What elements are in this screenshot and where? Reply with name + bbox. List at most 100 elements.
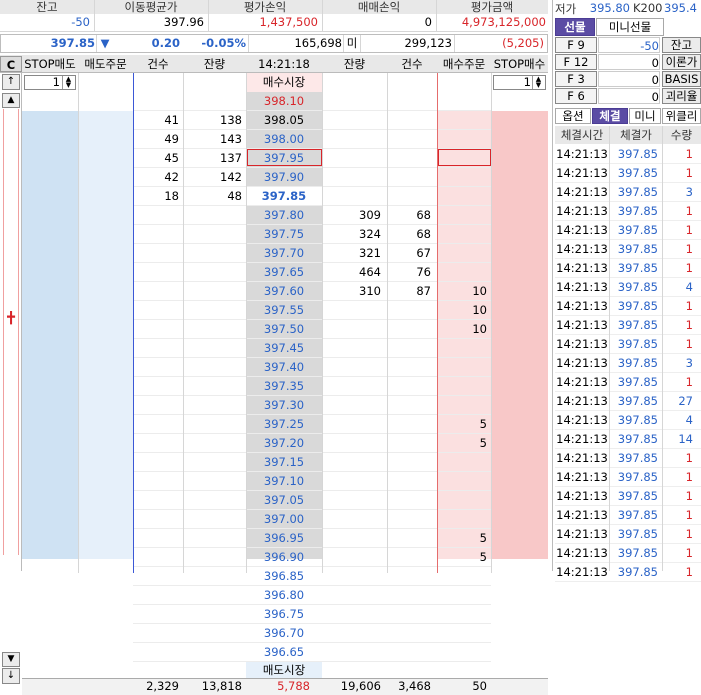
buy-order-qty[interactable] — [437, 453, 487, 472]
price-level[interactable]: 397.60 — [246, 282, 322, 301]
price-level[interactable]: 396.70 — [246, 624, 322, 643]
price-level[interactable]: 398.00 — [246, 130, 322, 149]
market-sell-order-label[interactable]: 매도시장 — [246, 662, 322, 678]
low-value: 395.80 — [589, 1, 630, 15]
buy-order-qty[interactable] — [437, 624, 487, 643]
bid-qty: 310 — [359, 284, 381, 298]
fkey-action-button[interactable]: BASIS — [662, 71, 701, 87]
price-level[interactable]: 397.85 — [246, 187, 322, 206]
ask-count: 41 — [164, 113, 179, 127]
fkey-value[interactable]: 0 — [598, 71, 660, 87]
stop-sell-spin-icon[interactable]: ▲ ▼ — [62, 76, 74, 89]
price-level[interactable]: 397.45 — [246, 339, 322, 358]
fkey-action-button[interactable]: 괴리율 — [662, 88, 701, 104]
price-level[interactable]: 397.05 — [246, 491, 322, 510]
tab-weekly[interactable]: 위클리 — [662, 108, 701, 124]
buy-order-qty[interactable]: 10 — [437, 282, 487, 301]
price-level[interactable]: 397.55 — [246, 301, 322, 320]
buy-order-qty[interactable]: 10 — [437, 301, 487, 320]
fkey-action-button[interactable]: 잔고 — [662, 37, 701, 53]
tab-futures[interactable]: 선물 — [555, 18, 595, 36]
buy-order-qty[interactable] — [437, 510, 487, 529]
buy-order-qty[interactable] — [437, 111, 487, 130]
bid-qty — [322, 358, 381, 377]
price-level[interactable]: 397.80 — [246, 206, 322, 225]
buy-order-qty[interactable] — [437, 130, 487, 149]
page-up-icon[interactable]: ▲ — [2, 93, 20, 108]
scroll-down-icon[interactable]: ↓ — [2, 668, 20, 684]
price-level[interactable]: 397.40 — [246, 358, 322, 377]
price-level[interactable]: 396.80 — [246, 586, 322, 605]
buy-order-qty[interactable] — [437, 605, 487, 624]
fkey-button[interactable]: F 9 — [555, 37, 597, 53]
price-level[interactable]: 396.85 — [246, 567, 322, 586]
price-level[interactable]: 397.50 — [246, 320, 322, 339]
ask-qty — [183, 377, 242, 396]
tick-price: 397.85 — [617, 242, 658, 256]
price-level[interactable]: 396.65 — [246, 643, 322, 662]
tab-mini-futures[interactable]: 미니선물 — [596, 18, 664, 36]
price-level[interactable]: 396.95 — [246, 529, 322, 548]
tab-options[interactable]: 옵션 — [555, 108, 591, 124]
price-level[interactable]: 397.30 — [246, 396, 322, 415]
fkey-value[interactable]: 0 — [598, 88, 660, 104]
tick-time: 14:21:13 — [556, 318, 608, 332]
fkey-value[interactable]: -50 — [598, 37, 660, 53]
price-level[interactable]: 397.70 — [246, 244, 322, 263]
buy-order-qty[interactable] — [437, 567, 487, 586]
price-level[interactable]: 396.90 — [246, 548, 322, 567]
price-level[interactable]: 397.20 — [246, 434, 322, 453]
price-level[interactable]: 398.05 — [246, 111, 322, 130]
bid-count — [387, 491, 431, 510]
bid-qty — [322, 453, 381, 472]
fkey-button[interactable]: F 3 — [555, 71, 597, 87]
buy-order-qty[interactable] — [437, 225, 487, 244]
price-level[interactable]: 397.10 — [246, 472, 322, 491]
price-level[interactable]: 397.65 — [246, 263, 322, 282]
buy-order-qty[interactable] — [437, 339, 487, 358]
fkey-button[interactable]: F 12 — [555, 54, 597, 70]
buy-order-qty[interactable]: 5 — [437, 529, 487, 548]
tick-time: 14:21:13 — [556, 375, 608, 389]
ask-count — [133, 624, 179, 643]
tab-trades[interactable]: 체결 — [592, 108, 628, 124]
tick-qty: 1 — [685, 242, 693, 256]
buy-order-qty[interactable] — [437, 92, 487, 111]
fkey-value[interactable]: 0 — [598, 54, 660, 70]
price-level[interactable]: 397.15 — [246, 453, 322, 472]
buy-order-qty[interactable] — [437, 472, 487, 491]
page-down-icon[interactable]: ▼ — [2, 652, 20, 667]
ask-qty — [183, 586, 242, 605]
price-level[interactable]: 398.10 — [246, 92, 322, 111]
buy-order-qty[interactable] — [437, 643, 487, 662]
stop-buy-spin-icon[interactable]: ▲ ▼ — [532, 76, 544, 89]
buy-order-qty[interactable] — [437, 263, 487, 282]
price-level[interactable]: 397.35 — [246, 377, 322, 396]
price-level[interactable]: 396.75 — [246, 605, 322, 624]
price-level[interactable]: 397.90 — [246, 168, 322, 187]
price-level[interactable]: 397.25 — [246, 415, 322, 434]
scroll-up-icon[interactable]: ↑ — [2, 74, 20, 90]
buy-order-qty[interactable] — [437, 187, 487, 206]
buy-order-qty[interactable]: 10 — [437, 320, 487, 339]
bid-count — [387, 339, 431, 358]
ticks-header-price: 체결가 — [620, 128, 652, 142]
buy-order-qty[interactable] — [437, 377, 487, 396]
buy-order-qty[interactable] — [437, 358, 487, 377]
tab-mini[interactable]: 미니 — [629, 108, 661, 124]
buy-order-qty[interactable] — [437, 396, 487, 415]
fkey-action-button[interactable]: 이론가 — [662, 54, 701, 70]
market-buy-order-label[interactable]: 매수시장 — [246, 73, 322, 92]
fkey-button[interactable]: F 6 — [555, 88, 597, 104]
buy-order-qty[interactable]: 5 — [437, 415, 487, 434]
buy-order-qty[interactable] — [437, 491, 487, 510]
buy-order-qty[interactable] — [437, 586, 487, 605]
buy-order-qty[interactable] — [437, 244, 487, 263]
header-c[interactable]: C — [0, 56, 22, 72]
buy-order-qty[interactable] — [437, 168, 487, 187]
buy-order-qty[interactable]: 5 — [437, 548, 487, 567]
buy-order-qty[interactable]: 5 — [437, 434, 487, 453]
buy-order-qty[interactable] — [437, 206, 487, 225]
price-level[interactable]: 397.00 — [246, 510, 322, 529]
price-level[interactable]: 397.75 — [246, 225, 322, 244]
